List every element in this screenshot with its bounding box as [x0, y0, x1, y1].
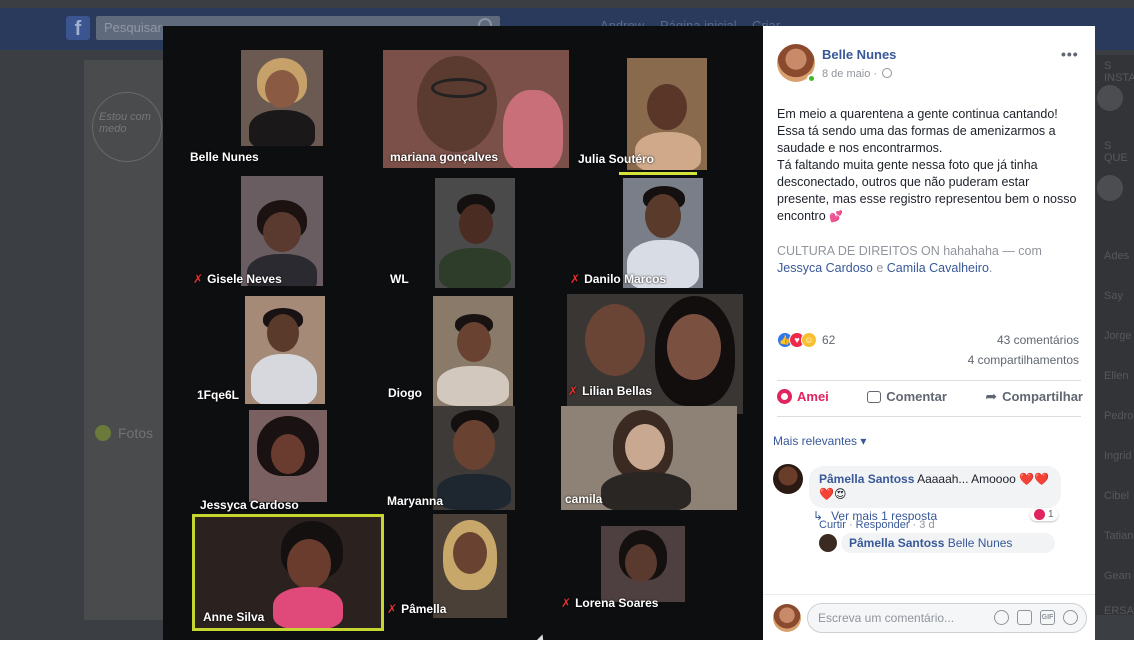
care-reaction-icon: ☺ — [801, 332, 817, 348]
post-tagline: CULTURA DE DIREITOS ON hahahaha — com Jes… — [777, 244, 1042, 275]
participant-tile — [601, 526, 685, 602]
participant-name: Julia Soutéro — [578, 152, 655, 166]
online-status-icon — [807, 74, 816, 83]
comment-author[interactable]: Pâmella Santoss — [819, 472, 914, 486]
comments-section: Mais relevantes ▾ Pâmella Santoss Aaaaah… — [763, 424, 1095, 640]
view-more-replies[interactable]: ↳ Ver mais 1 resposta — [813, 509, 937, 523]
facebook-logo-icon[interactable]: f — [66, 16, 90, 40]
divider — [777, 380, 1081, 381]
comments-count[interactable]: 43 comentários — [997, 333, 1079, 347]
post-actions: Amei Comentar ➦ Compartilhar — [777, 388, 1083, 405]
cursor-icon — [536, 634, 547, 640]
participant-name: Anne Silva — [203, 610, 265, 624]
participant-name: Jessyca Cardoso — [200, 498, 299, 512]
avatar — [1097, 85, 1123, 111]
post-text: Em meio a quarentena a gente continua ca… — [777, 107, 1077, 223]
comment-sort-dropdown[interactable]: Mais relevantes ▾ — [773, 434, 866, 448]
muted-mic-icon: ✗ — [570, 272, 581, 286]
participant-name: ✗ Lorena Soares — [561, 596, 659, 610]
comment-bubble: Pâmella Santoss Belle Nunes — [841, 533, 1055, 553]
sticker-icon[interactable] — [1063, 610, 1078, 625]
comment-reactions[interactable]: 1 — [1030, 508, 1058, 521]
more-options-icon[interactable]: ••• — [1061, 46, 1079, 62]
participant-tile — [241, 50, 323, 146]
participant-name: ✗ Gisele Neves — [193, 272, 282, 286]
contact-item[interactable]: Say — [1104, 290, 1123, 302]
participant-tile — [433, 296, 513, 406]
avatar[interactable] — [773, 464, 803, 494]
muted-mic-icon: ✗ — [568, 384, 579, 398]
participant-name: mariana gonçalves — [390, 150, 499, 164]
avatar — [773, 604, 801, 632]
photos-icon — [95, 425, 111, 441]
shares-count[interactable]: 4 compartilhamentos — [968, 353, 1079, 367]
emoji-icon[interactable] — [994, 610, 1009, 625]
globe-icon — [882, 68, 893, 78]
post-date[interactable]: 8 de maio · — [822, 68, 893, 80]
contact-item[interactable]: Gean — [1104, 570, 1131, 582]
participant-tile — [435, 178, 515, 288]
comment-bubble: Pâmella Santoss Aaaaah... Amoooo ❤️❤️❤️😍 — [809, 466, 1061, 508]
participant-name: camila — [565, 492, 603, 506]
contact-item[interactable]: Pedro — [1104, 410, 1133, 422]
love-icon — [777, 389, 792, 404]
contact-item[interactable]: Ades — [1104, 250, 1129, 262]
mention-link[interactable]: Belle Nunes — [944, 536, 1013, 550]
sidebar-header: S QUE — [1104, 140, 1128, 164]
participant-name: WL — [390, 272, 409, 286]
comment-author[interactable]: Pâmella Santoss — [849, 536, 944, 550]
participant-name: 1Fqe6L — [197, 388, 240, 402]
reactions-summary[interactable]: 👍 ♥ ☺ 62 — [777, 332, 835, 348]
muted-mic-icon: ✗ — [387, 602, 398, 616]
contact-item[interactable]: Tatian — [1104, 530, 1133, 542]
tag-link[interactable]: Camila Cavalheiro — [887, 261, 989, 275]
contact-item[interactable]: Ellen — [1104, 370, 1128, 382]
contact-item[interactable]: Ingrid — [1104, 450, 1132, 462]
muted-mic-icon: ✗ — [193, 272, 204, 286]
avatar — [1097, 175, 1123, 201]
comment-composer: Escreva um comentário... GIF — [763, 594, 1095, 640]
participant-name: ✗ Pâmella — [387, 602, 447, 616]
tag-link[interactable]: Jessyca Cardoso — [777, 261, 873, 275]
participant-name: Diogo — [388, 386, 422, 400]
camera-icon[interactable] — [1017, 610, 1032, 625]
share-button[interactable]: ➦ Compartilhar — [985, 388, 1083, 405]
contact-item[interactable]: Jorge — [1104, 330, 1132, 342]
gif-icon[interactable]: GIF — [1040, 610, 1055, 625]
participant-tile — [245, 296, 325, 404]
participant-name: ✗ Danilo Marcos — [570, 272, 667, 286]
sidebar-header: ERSAS — [1104, 605, 1134, 617]
muted-mic-icon: ✗ — [561, 596, 572, 610]
comment-button[interactable]: Comentar — [867, 388, 947, 405]
comment-input[interactable]: Escreva um comentário... GIF — [807, 603, 1087, 633]
post-photo[interactable]: Belle Nunes mariana gonçalves Julia Sout… — [163, 26, 763, 640]
participant-name: ✗ Lilian Bellas — [568, 384, 653, 398]
sidebar-header: S INSTA — [1104, 60, 1134, 84]
heart-emoji: 💕 — [829, 211, 843, 223]
share-icon: ➦ — [985, 388, 998, 404]
post-body: Em meio a quarentena a gente continua ca… — [777, 106, 1083, 277]
active-speaker-indicator — [619, 172, 697, 175]
photos-label[interactable]: Fotos — [118, 425, 153, 441]
love-button[interactable]: Amei — [777, 388, 829, 405]
divider — [777, 416, 1081, 417]
participant-name: Belle Nunes — [190, 150, 259, 164]
intro-card: Estou com medo — [92, 92, 162, 162]
participant-tile — [249, 410, 327, 502]
avatar[interactable] — [819, 534, 837, 552]
contact-item[interactable]: Cibel — [1104, 490, 1129, 502]
participant-tile — [433, 406, 515, 510]
post-panel: Belle Nunes 8 de maio · ••• Em meio a qu… — [763, 26, 1095, 640]
love-reaction-icon — [1034, 509, 1045, 520]
page-edge — [0, 640, 1134, 645]
participant-tile — [241, 176, 323, 286]
post-author[interactable]: Belle Nunes — [822, 47, 896, 62]
reply-arrow-icon: ↳ — [813, 509, 824, 523]
reaction-count: 62 — [822, 333, 836, 347]
comment-icon — [867, 390, 882, 403]
participant-name: Maryanna — [387, 494, 444, 508]
